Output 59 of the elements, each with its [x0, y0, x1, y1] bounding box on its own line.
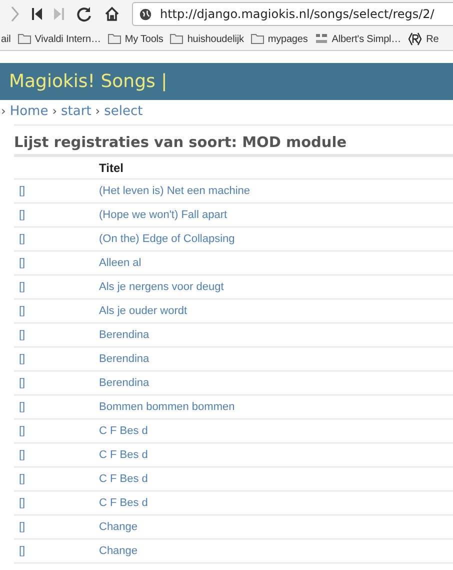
registered-icon: [408, 32, 422, 46]
row-link[interactable]: []: [19, 473, 26, 485]
folder-icon: [108, 34, 121, 44]
row-link[interactable]: []: [19, 257, 26, 269]
bookmark[interactable]: Albert's Simpl…: [314, 33, 402, 45]
row-link[interactable]: []: [19, 209, 26, 221]
song-title-link[interactable]: (Hope we won't) Fall apart: [99, 209, 228, 221]
song-title-link[interactable]: (Het leven is) Net een machine: [99, 185, 250, 197]
breadcrumb-separator: ›: [1, 104, 6, 118]
first-page-icon[interactable]: [32, 8, 42, 20]
home-icon[interactable]: [104, 6, 120, 22]
row-link[interactable]: []: [19, 377, 26, 389]
row-link[interactable]: []: [19, 521, 26, 533]
song-title-link[interactable]: Berendina: [99, 329, 150, 341]
logo-icon: [314, 33, 328, 45]
song-title-link[interactable]: C F Bes d: [99, 449, 148, 461]
row-link[interactable]: []: [19, 281, 26, 293]
song-title-link[interactable]: Als je nergens voor deugt: [99, 281, 224, 293]
row-link[interactable]: []: [19, 497, 26, 509]
bookmark[interactable]: My Tools: [108, 34, 164, 44]
song-title-link[interactable]: Berendina: [99, 353, 150, 365]
bookmark[interactable]: Re: [408, 32, 439, 46]
song-title-link[interactable]: C F Bes d: [99, 473, 148, 485]
breadcrumb-link[interactable]: Home: [10, 104, 48, 118]
bookmark[interactable]: ail: [1, 34, 11, 44]
site-title: Magiokis! Songs |: [9, 71, 168, 92]
bookmark[interactable]: mypages: [250, 34, 308, 44]
row-link[interactable]: []: [19, 545, 26, 557]
row-link[interactable]: []: [19, 401, 26, 413]
row-link[interactable]: []: [19, 425, 26, 437]
page-heading: Lijst registraties van soort: MOD module: [14, 135, 348, 151]
row-link[interactable]: []: [19, 233, 26, 245]
song-title-link[interactable]: Als je ouder wordt: [99, 305, 188, 317]
breadcrumb-separator: ›: [95, 104, 100, 118]
song-title-link[interactable]: C F Bes d: [99, 425, 148, 437]
row-link[interactable]: []: [19, 449, 26, 461]
song-title-link[interactable]: Alleen al: [99, 257, 142, 269]
bookmark[interactable]: huishoudelijk: [170, 34, 244, 44]
folder-icon: [18, 34, 31, 44]
url-text: http://django.magiokis.nl/songs/select/regs/2/: [160, 7, 434, 21]
song-title-link[interactable]: (On the) Edge of Collapsing: [99, 233, 235, 245]
column-header: Titel: [99, 156, 453, 179]
row-link[interactable]: []: [19, 305, 26, 317]
song-title-link[interactable]: Change: [99, 545, 138, 557]
folder-icon: [170, 34, 184, 44]
breadcrumb-link[interactable]: select: [104, 104, 143, 118]
row-link[interactable]: []: [19, 185, 26, 197]
reload-icon[interactable]: [76, 6, 92, 22]
song-title-link[interactable]: C F Bes d: [99, 497, 148, 509]
row-link[interactable]: []: [19, 329, 26, 341]
address-bar[interactable]: http://django.magiokis.nl/songs/select/regs/2/: [132, 2, 453, 26]
row-link[interactable]: []: [19, 353, 26, 365]
breadcrumb-link[interactable]: start: [61, 104, 92, 118]
folder-icon: [250, 34, 264, 44]
song-title-link[interactable]: Bommen bommen bommen: [99, 401, 235, 413]
bookmark[interactable]: Vivaldi Intern…: [18, 34, 101, 44]
song-title-link[interactable]: Change: [99, 521, 138, 533]
song-title-link[interactable]: Berendina: [99, 377, 150, 389]
breadcrumb-separator: ›: [52, 104, 58, 118]
